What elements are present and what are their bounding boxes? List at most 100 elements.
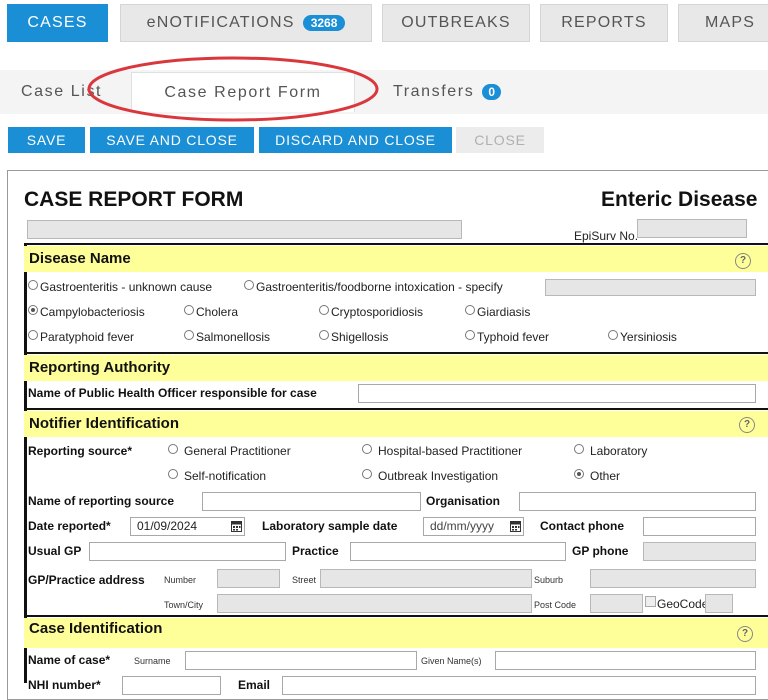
email-field[interactable]: [282, 676, 756, 695]
episurv-number-field[interactable]: [637, 219, 747, 238]
section-case-identification: Case Identification: [24, 618, 768, 648]
suburb-label: Suburb: [534, 575, 564, 585]
option-outbreak-investigation: Outbreak Investigation: [378, 469, 499, 483]
postcode-label: Post Code: [534, 600, 577, 610]
help-icon[interactable]: ?: [737, 626, 753, 642]
option-laboratory: Laboratory: [590, 444, 648, 458]
postcode-field[interactable]: [590, 594, 643, 613]
save-button[interactable]: SAVE: [8, 127, 85, 153]
radio-shigellosis[interactable]: [319, 330, 329, 340]
name-of-reporting-source-label: Name of reporting source: [28, 494, 175, 508]
radio-typhoid[interactable]: [465, 330, 475, 340]
radio-yersiniosis[interactable]: [608, 330, 618, 340]
usual-gp-label: Usual GP: [28, 544, 82, 558]
case-name-field[interactable]: [27, 220, 462, 239]
date-reported-label: Date reported*: [28, 519, 111, 533]
radio-giardiasis[interactable]: [465, 305, 475, 315]
calendar-icon[interactable]: [231, 520, 242, 532]
option-gastro-unknown: Gastroenteritis - unknown cause: [40, 280, 213, 294]
option-yersiniosis: Yersiniosis: [620, 330, 677, 344]
option-typhoid: Typhoid fever: [477, 330, 550, 344]
option-campylobacteriosis: Campylobacteriosis: [40, 305, 145, 319]
tab-enotifications-label: eNOTIFICATIONS: [146, 14, 295, 31]
nhi-number-field[interactable]: [122, 676, 221, 695]
contact-phone-field[interactable]: [643, 517, 756, 536]
section-reporting-authority: Reporting Authority: [24, 355, 768, 381]
close-button: CLOSE: [456, 127, 544, 153]
subtab-transfers-label: Transfers: [392, 83, 475, 100]
option-giardiasis: Giardiasis: [477, 305, 531, 319]
section-divider: [24, 615, 768, 617]
usual-gp-field[interactable]: [89, 542, 286, 561]
surname-field[interactable]: [185, 651, 417, 670]
tab-reports-label: REPORTS: [561, 14, 647, 31]
radio-cryptosporidiosis[interactable]: [319, 305, 329, 315]
number-field[interactable]: [217, 569, 280, 588]
radio-outbreak-investigation[interactable]: [362, 469, 372, 479]
disease-type-title: Enteric Disease: [601, 188, 758, 211]
help-icon[interactable]: ?: [735, 253, 751, 269]
radio-gastro-unknown[interactable]: [28, 280, 38, 290]
transfers-count-badge: 0: [482, 84, 502, 100]
tab-cases[interactable]: CASES: [7, 4, 108, 42]
radio-cholera[interactable]: [184, 305, 194, 315]
tab-enotifications[interactable]: eNOTIFICATIONS 3268: [120, 4, 372, 42]
date-reported-field[interactable]: 01/09/2024: [130, 517, 245, 536]
section-divider: [24, 408, 768, 410]
save-and-close-button[interactable]: SAVE AND CLOSE: [90, 127, 254, 153]
reporting-source-name-field[interactable]: [202, 492, 421, 511]
option-cholera: Cholera: [196, 305, 239, 319]
practice-field[interactable]: [350, 542, 566, 561]
street-label: Street: [292, 575, 317, 585]
help-icon[interactable]: ?: [739, 417, 755, 433]
tab-cases-label: CASES: [27, 14, 88, 31]
officer-field[interactable]: [358, 384, 756, 403]
tab-reports[interactable]: REPORTS: [540, 4, 668, 42]
surname-label: Surname: [134, 656, 171, 666]
lab-sample-date-placeholder: dd/mm/yyyy: [430, 519, 495, 533]
option-other: Other: [590, 469, 621, 483]
calendar-icon[interactable]: [510, 520, 521, 532]
option-paratyphoid: Paratyphoid fever: [40, 330, 135, 344]
geocode-label: GeoCode: [657, 597, 709, 611]
section-notifier-identification: Notifier Identification: [24, 411, 768, 437]
gp-address-label: GP/Practice address: [28, 573, 145, 587]
reporting-source-label: Reporting source*: [28, 444, 133, 458]
street-field[interactable]: [320, 569, 532, 588]
radio-self-notification[interactable]: [168, 469, 178, 479]
organisation-field[interactable]: [519, 492, 756, 511]
radio-campylobacteriosis[interactable]: [28, 305, 38, 315]
option-gastro-specify: Gastroenteritis/foodborne intoxication -…: [256, 280, 503, 294]
date-reported-value: 01/09/2024: [137, 519, 198, 533]
town-city-field[interactable]: [217, 594, 532, 613]
gp-phone-label: GP phone: [572, 544, 629, 558]
discard-and-close-button[interactable]: DISCARD AND CLOSE: [259, 127, 452, 153]
subtab-transfers[interactable]: Transfers 0: [372, 72, 522, 112]
radio-laboratory[interactable]: [574, 444, 584, 454]
organisation-label: Organisation: [426, 494, 501, 508]
contact-phone-label: Contact phone: [540, 519, 624, 533]
option-cryptosporidiosis: Cryptosporidiosis: [331, 305, 424, 319]
practice-label: Practice: [292, 544, 339, 558]
radio-hospital-practitioner[interactable]: [362, 444, 372, 454]
radio-gastro-specify[interactable]: [244, 280, 254, 290]
radio-other[interactable]: [574, 469, 584, 479]
option-general-practitioner: General Practitioner: [184, 444, 291, 458]
lab-sample-date-field[interactable]: dd/mm/yyyy: [423, 517, 524, 536]
given-names-label: Given Name(s): [421, 656, 482, 666]
gp-phone-field[interactable]: [643, 542, 756, 561]
geocode-field[interactable]: [705, 594, 733, 613]
radio-general-practitioner[interactable]: [168, 444, 178, 454]
suburb-field[interactable]: [590, 569, 756, 588]
option-salmonellosis: Salmonellosis: [196, 330, 271, 344]
option-hospital-practitioner: Hospital-based Practitioner: [378, 444, 523, 458]
radio-salmonellosis[interactable]: [184, 330, 194, 340]
given-names-field[interactable]: [495, 651, 756, 670]
radio-paratyphoid[interactable]: [28, 330, 38, 340]
name-of-case-label: Name of case*: [28, 653, 111, 667]
geocode-checkbox[interactable]: [645, 596, 656, 607]
tab-maps[interactable]: MAPS: [678, 4, 768, 42]
tab-outbreaks[interactable]: OUTBREAKS: [382, 4, 530, 42]
number-label: Number: [164, 575, 197, 585]
gastro-specify-field[interactable]: [545, 279, 756, 296]
